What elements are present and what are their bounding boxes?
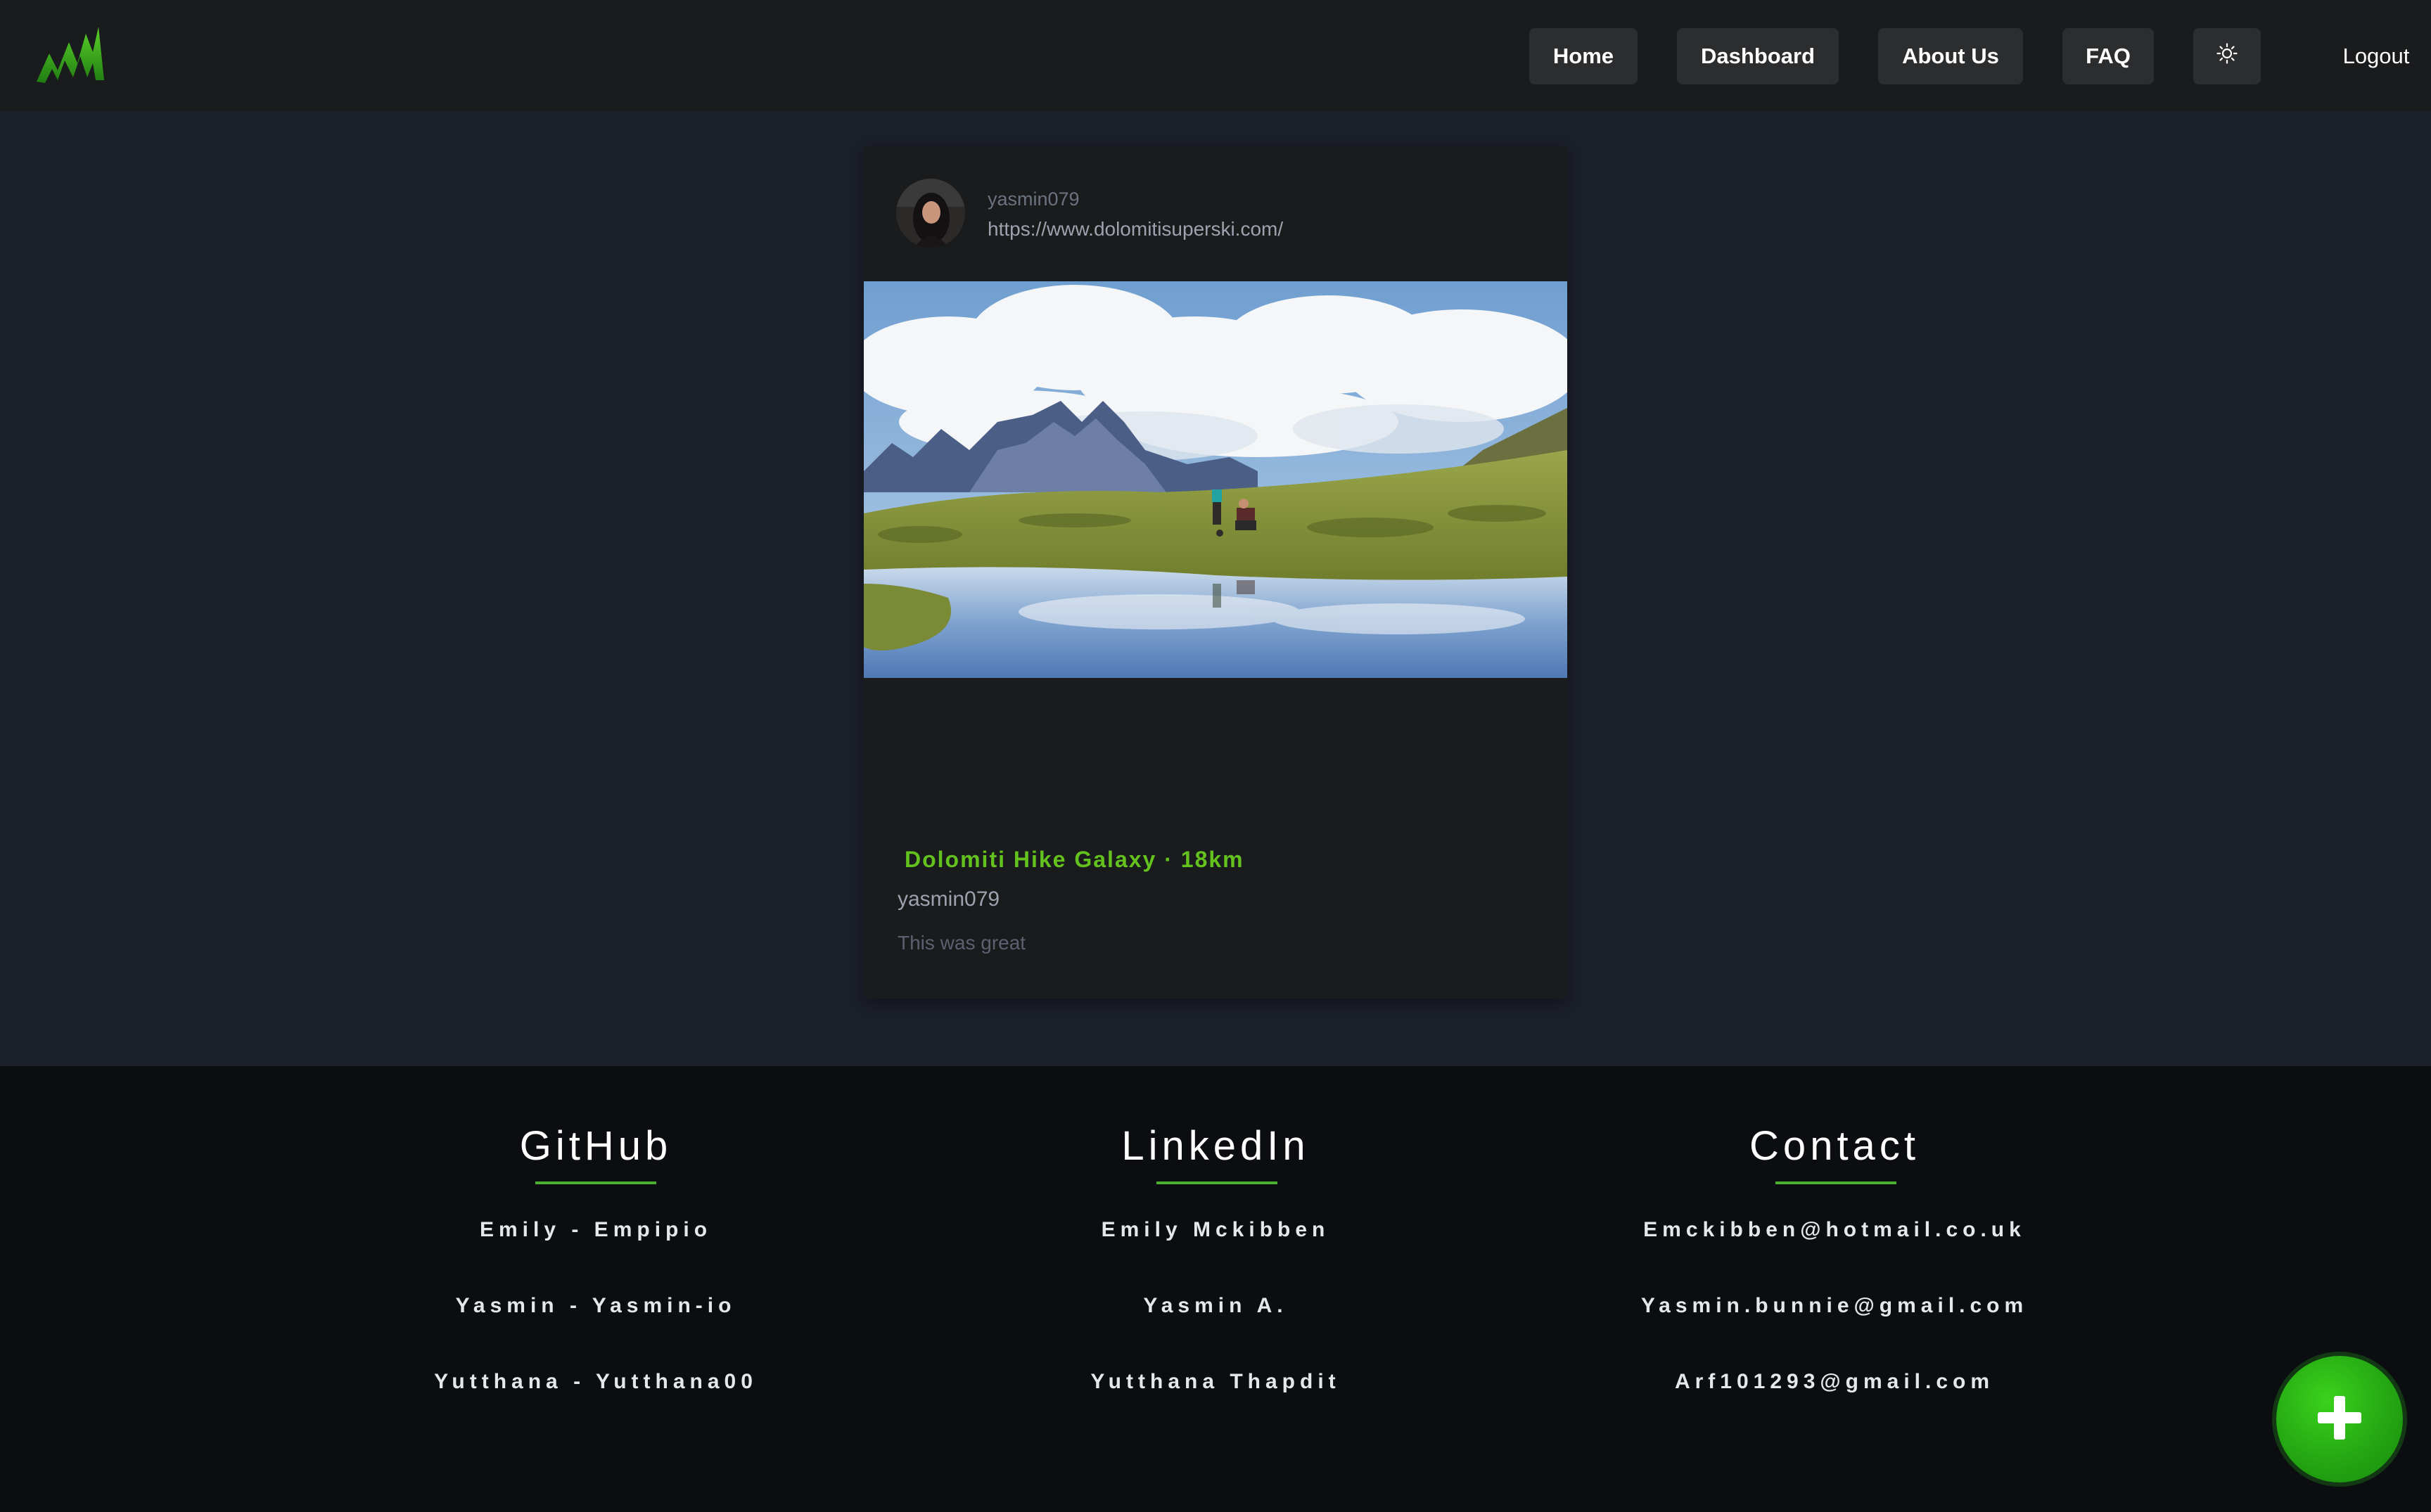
footer-github-link[interactable]: Yutthana - Yutthana00 bbox=[350, 1370, 842, 1394]
footer-linkedin-link[interactable]: Yasmin A. bbox=[969, 1294, 1462, 1318]
nav-about-button[interactable]: About Us bbox=[1878, 28, 2023, 84]
footer-contact-email[interactable]: Arf101293@gmail.com bbox=[1588, 1370, 2081, 1394]
avatar[interactable] bbox=[896, 179, 965, 248]
post-image[interactable] bbox=[864, 281, 1567, 678]
navbar: Home Dashboard About Us FAQ Logout bbox=[0, 0, 2431, 111]
footer-linkedin-link[interactable]: Emily Mckibben bbox=[969, 1218, 1462, 1242]
footer-github-link[interactable]: Emily - Empipio bbox=[350, 1218, 842, 1242]
plus-icon bbox=[2315, 1393, 2364, 1446]
footer-underline bbox=[1156, 1181, 1277, 1184]
post-title[interactable]: Dolomiti Hike Galaxy · 18km bbox=[905, 847, 1244, 873]
post-username[interactable]: yasmin079 bbox=[988, 188, 1080, 210]
post-url-link[interactable]: https://www.dolomitisuperski.com/ bbox=[988, 218, 1283, 241]
footer-underline bbox=[535, 1181, 656, 1184]
footer-contact-heading: Contact bbox=[1749, 1123, 1920, 1169]
logout-link[interactable]: Logout bbox=[2321, 28, 2431, 84]
footer-github-link[interactable]: Yasmin - Yasmin-io bbox=[350, 1294, 842, 1318]
nav-dashboard-button[interactable]: Dashboard bbox=[1677, 28, 1839, 84]
add-post-button[interactable] bbox=[2276, 1356, 2403, 1482]
theme-toggle-button[interactable] bbox=[2193, 28, 2261, 84]
post-body: This was great bbox=[898, 932, 1026, 954]
mountain-logo-icon[interactable] bbox=[34, 21, 107, 89]
footer-linkedin-heading: LinkedIn bbox=[1121, 1123, 1310, 1169]
nav-home-button[interactable]: Home bbox=[1529, 28, 1638, 84]
post-author[interactable]: yasmin079 bbox=[898, 888, 1000, 911]
footer: GitHub Emily - Empipio Yasmin - Yasmin-i… bbox=[0, 1066, 2431, 1512]
footer-underline bbox=[1775, 1181, 1896, 1184]
nav-faq-button[interactable]: FAQ bbox=[2062, 28, 2154, 84]
footer-contact-email[interactable]: Yasmin.bunnie@gmail.com bbox=[1588, 1294, 2081, 1318]
footer-github-heading: GitHub bbox=[519, 1123, 672, 1169]
footer-contact-email[interactable]: Emckibben@hotmail.co.uk bbox=[1588, 1218, 2081, 1242]
sun-icon bbox=[2216, 43, 2238, 70]
footer-linkedin-link[interactable]: Yutthana Thapdit bbox=[969, 1370, 1462, 1394]
post-card: yasmin079 https://www.dolomitisuperski.c… bbox=[864, 146, 1567, 999]
